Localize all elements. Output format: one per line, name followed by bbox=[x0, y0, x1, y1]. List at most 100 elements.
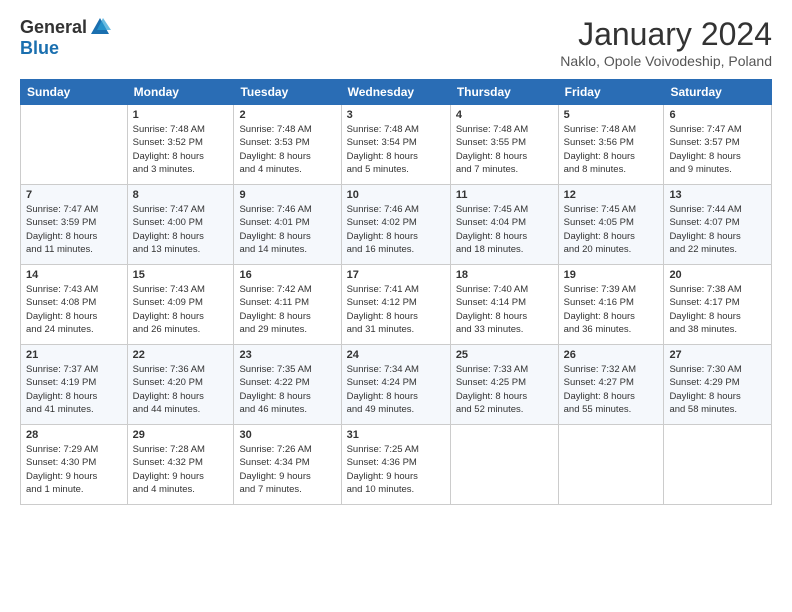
day-cell: 21 Sunrise: 7:37 AMSunset: 4:19 PMDayligh… bbox=[21, 345, 128, 425]
day-info: Sunrise: 7:47 AMSunset: 3:59 PMDaylight:… bbox=[26, 203, 122, 256]
weekday-header-thursday: Thursday bbox=[450, 80, 558, 105]
day-info: Sunrise: 7:33 AMSunset: 4:25 PMDaylight:… bbox=[456, 363, 553, 416]
day-number: 17 bbox=[347, 269, 445, 281]
day-info: Sunrise: 7:42 AMSunset: 4:11 PMDaylight:… bbox=[239, 283, 335, 336]
day-number: 27 bbox=[669, 349, 766, 361]
day-info: Sunrise: 7:43 AMSunset: 4:09 PMDaylight:… bbox=[133, 283, 229, 336]
day-cell: 23Sunrise: 7:35 AMSunset: 4:22 PMDayligh… bbox=[234, 345, 341, 425]
day-cell: 27Sunrise: 7:30 AMSunset: 4:29 PMDayligh… bbox=[664, 345, 772, 425]
week-row-5: 28Sunrise: 7:29 AMSunset: 4:30 PMDayligh… bbox=[21, 425, 772, 505]
day-number: 29 bbox=[133, 429, 229, 441]
day-cell: 14 Sunrise: 7:43 AMSunset: 4:08 PMDayligh… bbox=[21, 265, 128, 345]
weekday-header-sunday: Sunday bbox=[21, 80, 128, 105]
logo-blue-text: Blue bbox=[20, 38, 59, 59]
day-number: 20 bbox=[669, 269, 766, 281]
day-cell bbox=[21, 105, 128, 185]
day-info: Sunrise: 7:39 AMSunset: 4:16 PMDaylight:… bbox=[564, 283, 659, 336]
day-cell: 7Sunrise: 7:47 AMSunset: 3:59 PMDaylight… bbox=[21, 185, 128, 265]
day-info: Sunrise: 7:37 AMSunset: 4:19 PMDaylight:… bbox=[26, 363, 122, 416]
day-number: 15 bbox=[133, 269, 229, 281]
header: General Blue January 2024 Naklo, Opole V… bbox=[20, 16, 772, 69]
day-cell: 17 Sunrise: 7:41 AMSunset: 4:12 PMDayligh… bbox=[341, 265, 450, 345]
day-cell: 24 Sunrise: 7:34 AMSunset: 4:24 PMDayligh… bbox=[341, 345, 450, 425]
day-info: Sunrise: 7:38 AMSunset: 4:17 PMDaylight:… bbox=[669, 283, 766, 336]
day-cell: 5 Sunrise: 7:48 AMSunset: 3:56 PMDaylight… bbox=[558, 105, 664, 185]
title-block: January 2024 Naklo, Opole Voivodeship, P… bbox=[560, 16, 772, 69]
day-number: 13 bbox=[669, 189, 766, 201]
day-cell: 9 Sunrise: 7:46 AMSunset: 4:01 PMDaylight… bbox=[234, 185, 341, 265]
page: General Blue January 2024 Naklo, Opole V… bbox=[0, 0, 792, 612]
day-cell: 29 Sunrise: 7:28 AMSunset: 4:32 PMDayligh… bbox=[127, 425, 234, 505]
logo-icon bbox=[89, 16, 111, 38]
day-cell: 30 Sunrise: 7:26 AMSunset: 4:34 PMDayligh… bbox=[234, 425, 341, 505]
day-info: Sunrise: 7:48 AMSunset: 3:52 PMDaylight:… bbox=[133, 123, 229, 176]
day-number: 25 bbox=[456, 349, 553, 361]
day-info: Sunrise: 7:32 AMSunset: 4:27 PMDaylight:… bbox=[564, 363, 659, 416]
logo-general-text: General bbox=[20, 17, 87, 38]
day-number: 30 bbox=[239, 429, 335, 441]
day-info: Sunrise: 7:40 AMSunset: 4:14 PMDaylight:… bbox=[456, 283, 553, 336]
day-cell bbox=[450, 425, 558, 505]
day-info: Sunrise: 7:48 AMSunset: 3:56 PMDaylight:… bbox=[564, 123, 659, 176]
day-cell: 13 Sunrise: 7:44 AMSunset: 4:07 PMDayligh… bbox=[664, 185, 772, 265]
day-info: Sunrise: 7:35 AMSunset: 4:22 PMDaylight:… bbox=[239, 363, 335, 416]
day-cell: 19 Sunrise: 7:39 AMSunset: 4:16 PMDayligh… bbox=[558, 265, 664, 345]
day-info: Sunrise: 7:43 AMSunset: 4:08 PMDaylight:… bbox=[26, 283, 122, 336]
day-number: 22 bbox=[133, 349, 229, 361]
weekday-header-wednesday: Wednesday bbox=[341, 80, 450, 105]
day-number: 12 bbox=[564, 189, 659, 201]
day-info: Sunrise: 7:26 AMSunset: 4:34 PMDaylight:… bbox=[239, 443, 335, 496]
day-number: 31 bbox=[347, 429, 445, 441]
day-cell: 25 Sunrise: 7:33 AMSunset: 4:25 PMDayligh… bbox=[450, 345, 558, 425]
day-info: Sunrise: 7:41 AMSunset: 4:12 PMDaylight:… bbox=[347, 283, 445, 336]
day-number: 14 bbox=[26, 269, 122, 281]
day-number: 11 bbox=[456, 189, 553, 201]
day-number: 4 bbox=[456, 109, 553, 121]
day-number: 19 bbox=[564, 269, 659, 281]
day-number: 21 bbox=[26, 349, 122, 361]
day-info: Sunrise: 7:48 AMSunset: 3:53 PMDaylight:… bbox=[239, 123, 335, 176]
day-number: 1 bbox=[133, 109, 229, 121]
day-cell: 10 Sunrise: 7:46 AMSunset: 4:02 PMDayligh… bbox=[341, 185, 450, 265]
day-number: 5 bbox=[564, 109, 659, 121]
day-number: 24 bbox=[347, 349, 445, 361]
day-info: Sunrise: 7:47 AMSunset: 4:00 PMDaylight:… bbox=[133, 203, 229, 256]
day-info: Sunrise: 7:28 AMSunset: 4:32 PMDaylight:… bbox=[133, 443, 229, 496]
day-cell: 2 Sunrise: 7:48 AMSunset: 3:53 PMDaylight… bbox=[234, 105, 341, 185]
weekday-header-monday: Monday bbox=[127, 80, 234, 105]
day-cell bbox=[558, 425, 664, 505]
day-cell: 4Sunrise: 7:48 AMSunset: 3:55 PMDaylight… bbox=[450, 105, 558, 185]
day-cell: 1 Sunrise: 7:48 AMSunset: 3:52 PMDaylight… bbox=[127, 105, 234, 185]
logo: General Blue bbox=[20, 16, 111, 59]
day-cell: 11 Sunrise: 7:45 AMSunset: 4:04 PMDayligh… bbox=[450, 185, 558, 265]
day-info: Sunrise: 7:46 AMSunset: 4:02 PMDaylight:… bbox=[347, 203, 445, 256]
day-info: Sunrise: 7:36 AMSunset: 4:20 PMDaylight:… bbox=[133, 363, 229, 416]
day-number: 26 bbox=[564, 349, 659, 361]
day-cell: 15 Sunrise: 7:43 AMSunset: 4:09 PMDayligh… bbox=[127, 265, 234, 345]
weekday-header-saturday: Saturday bbox=[664, 80, 772, 105]
day-cell: 26 Sunrise: 7:32 AMSunset: 4:27 PMDayligh… bbox=[558, 345, 664, 425]
day-number: 9 bbox=[239, 189, 335, 201]
day-cell: 3Sunrise: 7:48 AMSunset: 3:54 PMDaylight… bbox=[341, 105, 450, 185]
day-info: Sunrise: 7:48 AMSunset: 3:54 PMDaylight:… bbox=[347, 123, 445, 176]
day-info: Sunrise: 7:46 AMSunset: 4:01 PMDaylight:… bbox=[239, 203, 335, 256]
weekday-header-friday: Friday bbox=[558, 80, 664, 105]
calendar-table: SundayMondayTuesdayWednesdayThursdayFrid… bbox=[20, 79, 772, 505]
day-number: 10 bbox=[347, 189, 445, 201]
day-number: 2 bbox=[239, 109, 335, 121]
month-title: January 2024 bbox=[560, 16, 772, 53]
day-info: Sunrise: 7:44 AMSunset: 4:07 PMDaylight:… bbox=[669, 203, 766, 256]
day-info: Sunrise: 7:45 AMSunset: 4:05 PMDaylight:… bbox=[564, 203, 659, 256]
week-row-2: 7Sunrise: 7:47 AMSunset: 3:59 PMDaylight… bbox=[21, 185, 772, 265]
day-number: 8 bbox=[133, 189, 229, 201]
day-number: 18 bbox=[456, 269, 553, 281]
day-cell: 8 Sunrise: 7:47 AMSunset: 4:00 PMDaylight… bbox=[127, 185, 234, 265]
weekday-header-tuesday: Tuesday bbox=[234, 80, 341, 105]
day-number: 16 bbox=[239, 269, 335, 281]
day-info: Sunrise: 7:47 AMSunset: 3:57 PMDaylight:… bbox=[669, 123, 766, 176]
day-info: Sunrise: 7:45 AMSunset: 4:04 PMDaylight:… bbox=[456, 203, 553, 256]
weekday-header-row: SundayMondayTuesdayWednesdayThursdayFrid… bbox=[21, 80, 772, 105]
day-number: 28 bbox=[26, 429, 122, 441]
day-info: Sunrise: 7:34 AMSunset: 4:24 PMDaylight:… bbox=[347, 363, 445, 416]
week-row-4: 21 Sunrise: 7:37 AMSunset: 4:19 PMDayligh… bbox=[21, 345, 772, 425]
